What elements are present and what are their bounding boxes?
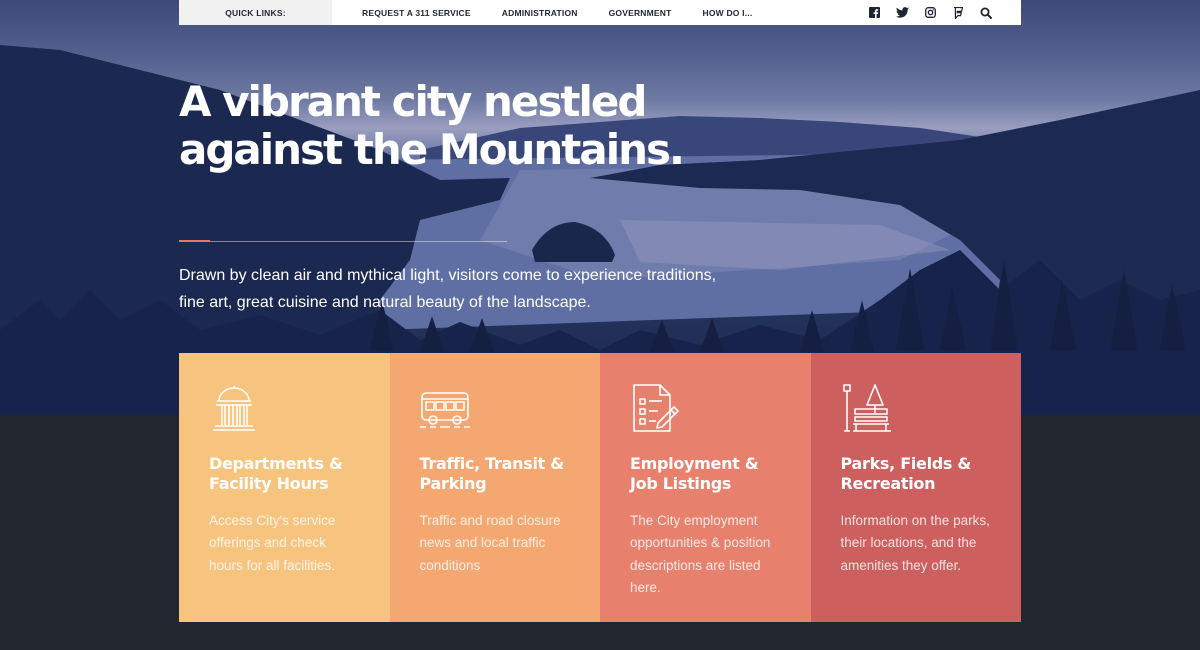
nav-link-how-do-i[interactable]: HOW DO I... <box>703 8 753 18</box>
courthouse-icon <box>213 386 255 431</box>
card-description: Information on the parks, their location… <box>840 513 990 573</box>
nav-link-government[interactable]: GOVERNMENT <box>609 8 672 18</box>
twitter-icon[interactable] <box>895 6 909 20</box>
card-title: Employment & Job Listings <box>630 454 759 493</box>
card-employment[interactable]: Employment & Job Listings The City emplo… <box>600 353 811 622</box>
document-icon <box>633 384 679 432</box>
instagram-icon[interactable] <box>923 6 937 20</box>
card-description: Access City's service offerings and chec… <box>209 513 336 573</box>
nav-link-administration[interactable]: ADMINISTRATION <box>502 8 578 18</box>
card-parks[interactable]: Parks, Fields & Recreation Information o… <box>810 353 1021 622</box>
nav-link-request-311[interactable]: REQUEST A 311 SERVICE <box>362 8 471 18</box>
card-title: Parks, Fields & Recreation <box>840 454 972 493</box>
card-traffic[interactable]: Traffic, Transit & Parking Traffic and r… <box>389 353 600 622</box>
social-links <box>867 0 993 25</box>
headline-divider-accent <box>179 240 210 242</box>
headline-divider <box>179 241 507 242</box>
facebook-icon[interactable] <box>867 6 881 20</box>
nav-links: REQUEST A 311 SERVICE ADMINISTRATION GOV… <box>332 0 752 25</box>
card-description: Traffic and road closure news and local … <box>419 513 561 573</box>
search-icon[interactable] <box>979 6 993 20</box>
quick-links-label: QUICK LINKS: <box>179 0 332 25</box>
card-title: Departments & Facility Hours <box>209 454 343 493</box>
hero-intro: Drawn by clean air and mythical light, v… <box>179 267 717 311</box>
card-title: Traffic, Transit & Parking <box>419 454 565 493</box>
park-bench-icon <box>842 384 891 432</box>
card-departments[interactable]: Departments & Facility Hours Access City… <box>179 353 390 622</box>
top-nav-bar: QUICK LINKS: REQUEST A 311 SERVICE ADMIN… <box>179 0 1021 25</box>
hero-headline: A vibrant city nestled against the Mount… <box>179 77 685 174</box>
bus-icon <box>419 392 470 428</box>
service-cards: Departments & Facility Hours Access City… <box>179 353 1021 622</box>
card-description: The City employment opportunities & posi… <box>630 513 771 595</box>
foursquare-icon[interactable] <box>951 6 965 20</box>
